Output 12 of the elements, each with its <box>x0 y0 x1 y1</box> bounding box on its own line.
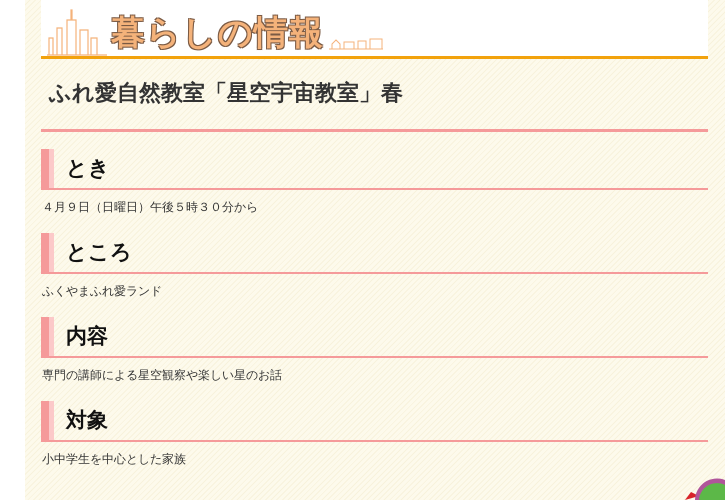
section-heading: とき <box>66 156 110 182</box>
section-text: ふくやまふれ愛ランド <box>42 283 163 300</box>
section-heading: 内容 <box>66 324 108 350</box>
section-text: 小中学生を中心とした家族 <box>42 451 187 468</box>
houses-icon <box>328 36 384 50</box>
skyline-icon <box>47 8 107 56</box>
section-heading: 対象 <box>66 408 108 434</box>
page-title: ふれ愛自然教室「星空宇宙教室」春 <box>41 59 708 132</box>
banner-title: 暮らしの情報 <box>111 16 324 50</box>
section-text: 専門の講師による星空観察や楽しい星のお話 <box>42 367 283 384</box>
section-text: ４月９日（日曜日）午後５時３０分から <box>42 199 259 216</box>
section-heading: ところ <box>66 240 132 266</box>
